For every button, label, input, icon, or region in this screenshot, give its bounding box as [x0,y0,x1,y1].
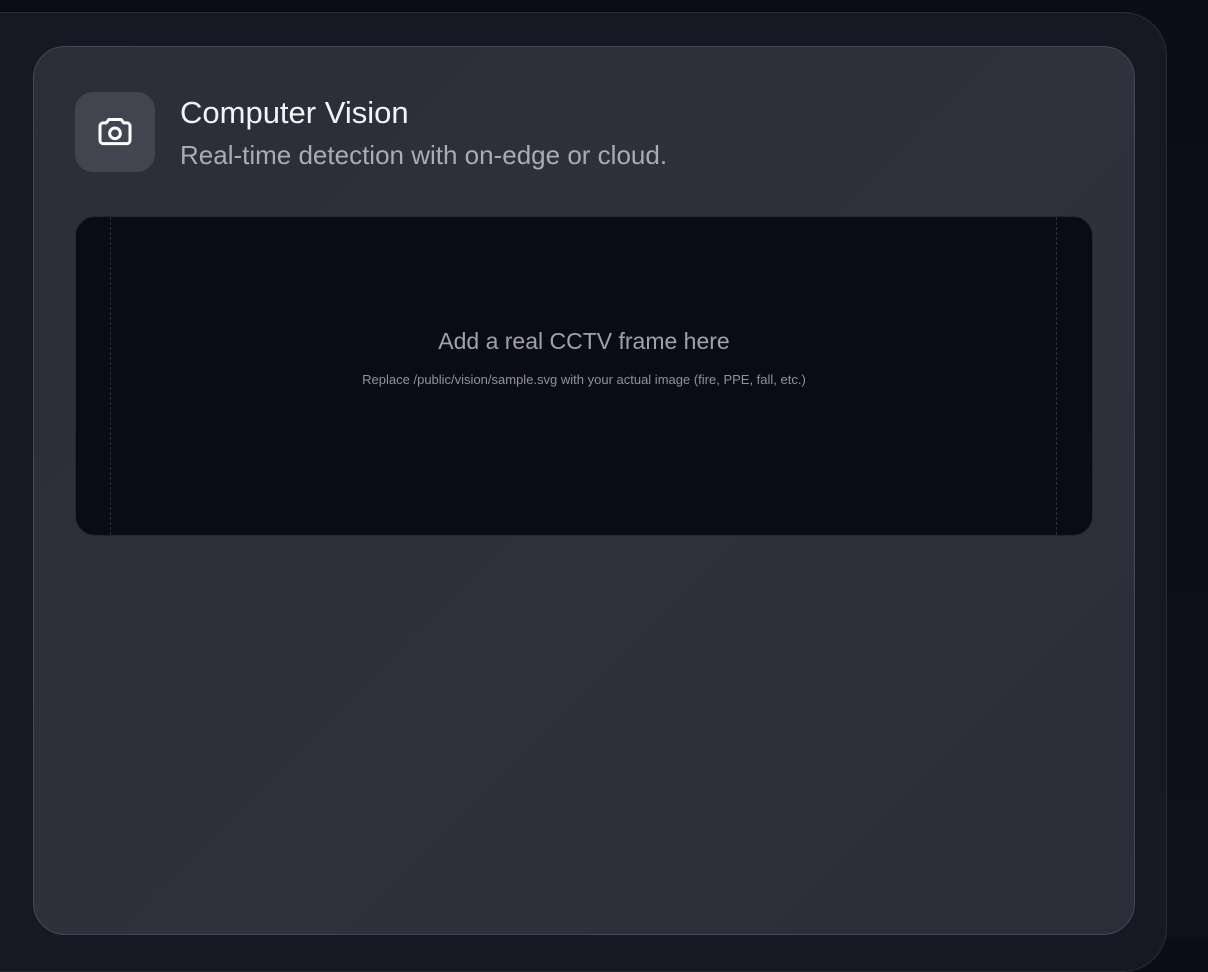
cctv-frame-placeholder: Add a real CCTV frame here Replace /publ… [75,216,1093,536]
computer-vision-card: Computer Vision Real-time detection with… [33,46,1135,935]
card-subtitle: Real-time detection with on-edge or clou… [180,140,668,170]
card-title: Computer Vision [180,95,409,130]
frame-placeholder-hint: Replace /public/vision/sample.svg with y… [362,372,806,387]
card-icon-tile [75,92,155,172]
frame-placeholder-title: Add a real CCTV frame here [438,328,730,354]
camera-icon [98,118,132,146]
